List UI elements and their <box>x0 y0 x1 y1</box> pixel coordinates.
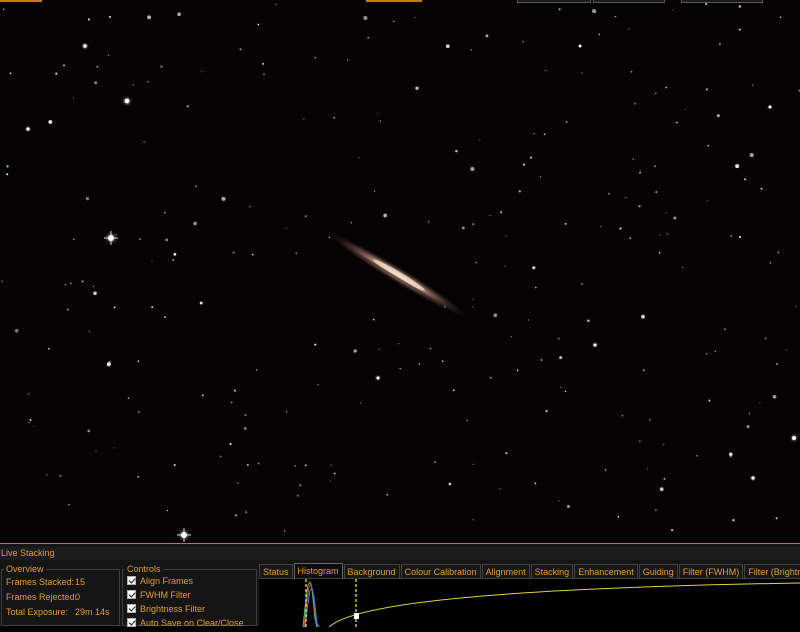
top-control-3[interactable] <box>681 0 763 3</box>
brightness-filter-checkbox[interactable]: Brightness Filter <box>127 603 205 615</box>
frames-stacked-value: 15 <box>75 577 86 587</box>
tab-enhancement[interactable]: Enhancement <box>574 564 638 578</box>
fwhm-filter-label: FWHM Filter <box>140 590 191 600</box>
align-frames-label: Align Frames <box>140 576 194 586</box>
checkbox-checked-icon <box>127 604 136 613</box>
stacked-image-view[interactable] <box>0 0 800 543</box>
tab-histogram[interactable]: Histogram <box>293 563 343 578</box>
star-field <box>1 0 800 542</box>
checkbox-checked-icon <box>127 590 136 599</box>
top-accent-left <box>0 0 42 2</box>
fwhm-filter-checkbox[interactable]: FWHM Filter <box>127 589 191 601</box>
frames-stacked-label: Frames Stacked: <box>6 577 75 587</box>
top-control-1[interactable] <box>517 0 591 3</box>
live-stacking-panel: Live Stacking Overview Frames Stacked: 1… <box>0 543 800 629</box>
tab-colour-calibration[interactable]: Colour Calibration <box>400 564 481 578</box>
frames-rejected-value: 0 <box>75 592 81 602</box>
galaxy-core <box>373 259 425 291</box>
galaxy-dust-lane <box>346 247 446 307</box>
top-control-2[interactable] <box>593 0 665 3</box>
tab-background[interactable]: Background <box>343 564 400 578</box>
bright-star-spikes <box>104 231 191 542</box>
panel-title: Live Stacking <box>0 547 800 560</box>
frames-stacked-row: Frames Stacked: 15 <box>6 577 85 587</box>
tab-guiding[interactable]: Guiding <box>638 564 678 578</box>
overview-title: Overview <box>4 564 46 575</box>
top-accent-mid <box>366 0 422 2</box>
histogram-plot <box>302 579 800 628</box>
tab-strip: Status Histogram Background Colour Calib… <box>259 563 800 578</box>
brightness-filter-label: Brightness Filter <box>140 604 206 614</box>
checkbox-checked-icon <box>127 576 136 585</box>
checkbox-checked-icon <box>127 618 136 627</box>
histogram-view[interactable] <box>259 578 800 628</box>
frames-rejected-row: Frames Rejected: 0 <box>6 592 81 602</box>
white-point-handle <box>354 613 359 619</box>
tab-filter-brightness[interactable]: Filter (Brightness) <box>744 564 800 578</box>
total-exposure-row: Total Exposure: 29m 14s <box>6 607 110 617</box>
total-exposure-value: 29m 14s <box>75 607 110 617</box>
frames-rejected-label: Frames Rejected: <box>6 592 78 602</box>
auto-save-label: Auto Save on Clear/Close <box>140 618 244 628</box>
tab-status[interactable]: Status <box>259 564 293 578</box>
controls-group: Controls Align Frames FWHM Filter Bright… <box>122 564 257 629</box>
auto-save-checkbox[interactable]: Auto Save on Clear/Close <box>127 617 244 629</box>
stretch-curve <box>328 582 800 628</box>
controls-title: Controls <box>125 564 163 575</box>
tab-stacking[interactable]: Stacking <box>530 564 574 578</box>
tab-filter-fwhm[interactable]: Filter (FWHM) <box>678 564 744 578</box>
align-frames-checkbox[interactable]: Align Frames <box>127 575 193 587</box>
tab-alignment[interactable]: Alignment <box>481 564 530 578</box>
overview-group: Overview Frames Stacked: 15 Frames Rejec… <box>1 564 120 626</box>
total-exposure-label: Total Exposure: <box>6 607 69 617</box>
